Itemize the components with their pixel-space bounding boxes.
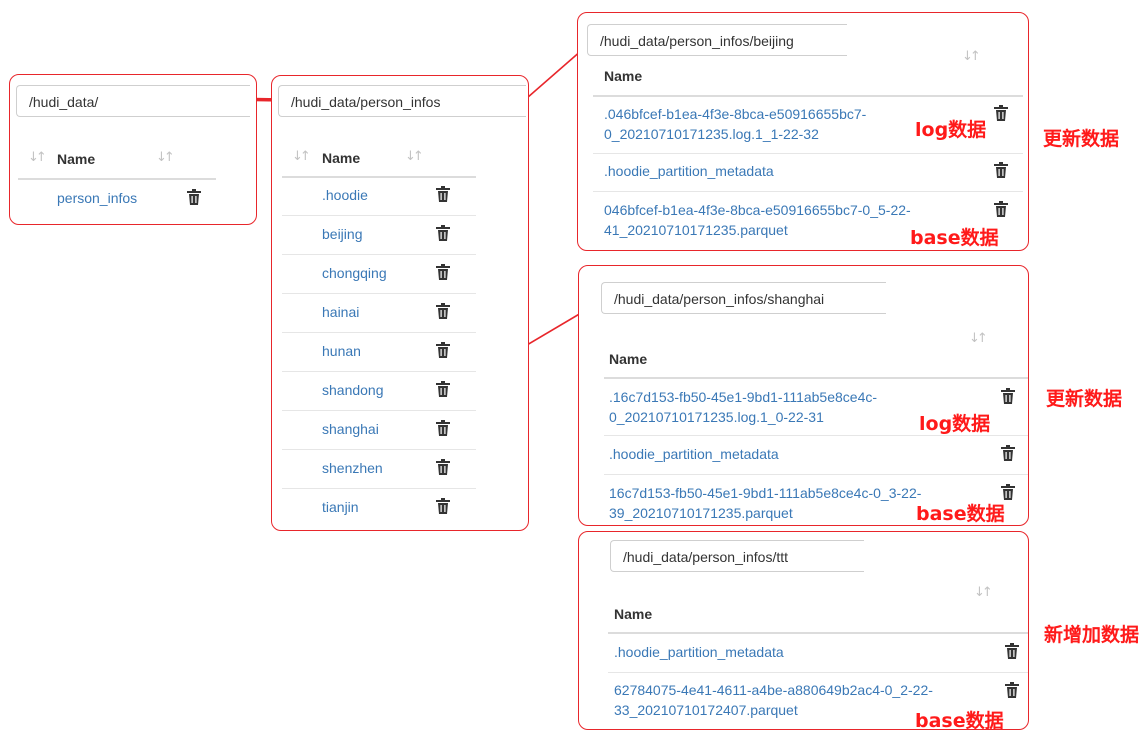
row-divider — [282, 254, 476, 255]
list-item-line: 0_20210710171235.log.1_1-22-32 — [604, 126, 819, 142]
path-input[interactable]: /hudi_data/ — [16, 85, 250, 117]
log-data-label: log数据 — [919, 413, 991, 435]
header-divider — [593, 95, 1023, 97]
trash-icon[interactable] — [1001, 445, 1015, 461]
trash-icon[interactable] — [1001, 388, 1015, 404]
row-divider — [282, 371, 476, 372]
list-item-line: 16c7d153-fb50-45e1-9bd1-111ab5e8ce4c-0_3… — [609, 485, 922, 501]
list-item[interactable]: 046bfcef-b1ea-4f3e-8bca-e50916655bc7-0_5… — [604, 200, 911, 240]
row-divider — [282, 488, 476, 489]
list-item-line: 0_20210710171235.log.1_0-22-31 — [609, 409, 824, 425]
list-item[interactable]: chongqing — [322, 263, 387, 283]
list-item-line: 39_20210710171235.parquet — [609, 505, 793, 521]
name-column-header[interactable]: Name — [57, 151, 95, 167]
list-item[interactable]: shenzhen — [322, 458, 383, 478]
row-divider — [593, 191, 1023, 192]
header-divider — [18, 178, 216, 180]
panel-person-infos: /hudi_data/person_infos ↓↑ Name ↓↑ .hood… — [271, 75, 529, 531]
list-item[interactable]: .046bfcef-b1ea-4f3e-8bca-e50916655bc7- 0_… — [604, 104, 866, 144]
sort-icon[interactable]: ↓↑ — [962, 49, 981, 64]
new-data-label: 新增加数据 — [1044, 624, 1140, 646]
list-item-line: 62784075-4e41-4611-a4be-a880649b2ac4-0_2… — [614, 682, 933, 698]
row-divider — [282, 332, 476, 333]
trash-icon[interactable] — [436, 381, 450, 397]
trash-icon[interactable] — [436, 342, 450, 358]
list-item-line: 046bfcef-b1ea-4f3e-8bca-e50916655bc7-0_5… — [604, 202, 911, 218]
trash-icon[interactable] — [1001, 484, 1015, 500]
trash-icon[interactable] — [187, 189, 201, 205]
row-divider — [608, 672, 1028, 673]
sort-icon[interactable]: ↓↑ — [156, 150, 175, 165]
list-item[interactable]: 62784075-4e41-4611-a4be-a880649b2ac4-0_2… — [614, 680, 933, 720]
header-divider — [604, 377, 1028, 379]
row-divider — [593, 153, 1023, 154]
list-item[interactable]: tianjin — [322, 497, 359, 517]
trash-icon[interactable] — [436, 264, 450, 280]
name-column-header[interactable]: Name — [609, 351, 647, 367]
trash-icon[interactable] — [994, 162, 1008, 178]
trash-icon[interactable] — [436, 459, 450, 475]
log-data-label: log数据 — [915, 119, 987, 141]
sort-icon[interactable]: ↓↑ — [969, 331, 988, 346]
list-item[interactable]: .16c7d153-fb50-45e1-9bd1-111ab5e8ce4c- 0_… — [609, 387, 877, 427]
row-divider — [282, 293, 476, 294]
base-data-label: base数据 — [915, 710, 1004, 732]
panel-ttt: /hudi_data/person_infos/ttt ↓↑ Name .hoo… — [578, 531, 1029, 732]
trash-icon[interactable] — [436, 303, 450, 319]
list-item[interactable]: hainai — [322, 302, 359, 322]
panel-hudi-data: /hudi_data/ ↓↑ Name ↓↑ person_infos — [9, 74, 257, 225]
sort-icon[interactable]: ↓↑ — [292, 149, 311, 164]
list-item[interactable]: 16c7d153-fb50-45e1-9bd1-111ab5e8ce4c-0_3… — [609, 483, 921, 523]
row-divider — [282, 449, 476, 450]
list-item[interactable]: beijing — [322, 224, 362, 244]
row-divider — [282, 410, 476, 411]
row-divider — [604, 474, 1028, 475]
header-divider — [608, 632, 1028, 634]
trash-icon[interactable] — [1005, 682, 1019, 698]
list-item[interactable]: .hoodie_partition_metadata — [614, 642, 784, 662]
trash-icon[interactable] — [436, 186, 450, 202]
list-item-line: 33_20210710172407.parquet — [614, 702, 798, 718]
name-column-header[interactable]: Name — [322, 150, 360, 166]
list-item[interactable]: person_infos — [57, 188, 137, 208]
trash-icon[interactable] — [436, 225, 450, 241]
row-divider — [282, 215, 476, 216]
base-data-label: base数据 — [910, 227, 999, 249]
update-data-label: 更新数据 — [1043, 128, 1120, 150]
sort-icon[interactable]: ↓↑ — [974, 585, 993, 600]
list-item[interactable]: .hoodie — [322, 185, 368, 205]
list-item[interactable]: shandong — [322, 380, 384, 400]
path-input[interactable]: /hudi_data/person_infos/shanghai — [601, 282, 886, 314]
name-column-header[interactable]: Name — [604, 68, 642, 84]
list-item[interactable]: .hoodie_partition_metadata — [609, 444, 779, 464]
list-item-line: .046bfcef-b1ea-4f3e-8bca-e50916655bc7- — [604, 106, 867, 122]
trash-icon[interactable] — [436, 498, 450, 514]
name-column-header[interactable]: Name — [614, 606, 652, 622]
path-input[interactable]: /hudi_data/person_infos/beijing — [587, 24, 847, 56]
sort-icon[interactable]: ↓↑ — [405, 149, 424, 164]
trash-icon[interactable] — [994, 105, 1008, 121]
base-data-label: base数据 — [916, 503, 1005, 525]
sort-icon[interactable]: ↓↑ — [28, 150, 47, 165]
panel-beijing: /hudi_data/person_infos/beijing ↓↑ Name … — [577, 12, 1029, 251]
list-item[interactable]: .hoodie_partition_metadata — [604, 161, 774, 181]
path-input[interactable]: /hudi_data/person_infos/ttt — [610, 540, 864, 572]
path-input[interactable]: /hudi_data/person_infos — [278, 85, 526, 117]
trash-icon[interactable] — [994, 201, 1008, 217]
list-item-line: 41_20210710171235.parquet — [604, 222, 788, 238]
trash-icon[interactable] — [1005, 643, 1019, 659]
list-item-line: .16c7d153-fb50-45e1-9bd1-111ab5e8ce4c- — [609, 389, 878, 405]
panel-shanghai: /hudi_data/person_infos/shanghai ↓↑ Name… — [578, 265, 1029, 526]
trash-icon[interactable] — [436, 420, 450, 436]
list-item[interactable]: shanghai — [322, 419, 379, 439]
list-item[interactable]: hunan — [322, 341, 361, 361]
update-data-label: 更新数据 — [1046, 388, 1123, 410]
header-divider — [282, 176, 476, 178]
